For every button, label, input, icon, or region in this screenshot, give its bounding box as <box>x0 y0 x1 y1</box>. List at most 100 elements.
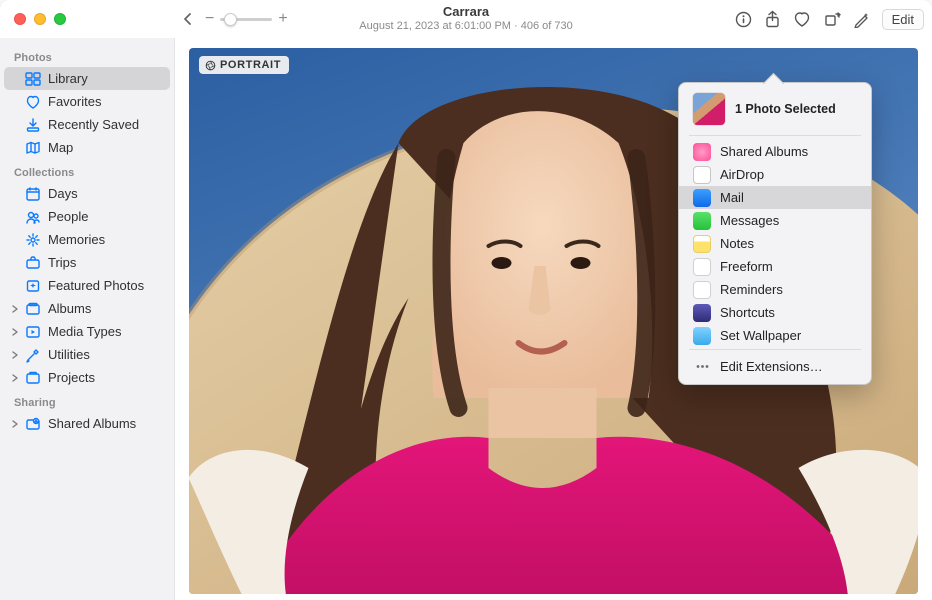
edit-extensions-label: Edit Extensions… <box>720 359 823 374</box>
portrait-badge: PORTRAIT <box>199 56 289 74</box>
info-button[interactable] <box>735 11 752 28</box>
messages-icon <box>693 212 711 230</box>
zoom-knob[interactable] <box>224 13 237 26</box>
sidebar-item-favorites[interactable]: Favorites <box>4 90 170 113</box>
rotate-button[interactable] <box>823 11 841 28</box>
close-window-button[interactable] <box>14 13 26 25</box>
share-item-notes[interactable]: Notes <box>679 232 871 255</box>
sidebar-item-shared-albums[interactable]: Shared Albums <box>4 412 170 435</box>
photo-grid-icon <box>24 70 41 87</box>
photo-subtitle: August 21, 2023 at 6:01:00 PM · 406 of 7… <box>359 20 572 33</box>
mediatypes-icon <box>24 323 41 340</box>
toolbar-left: − + <box>175 10 288 28</box>
sidebar-item-media-types[interactable]: Media Types <box>4 320 170 343</box>
share-item-label: Shortcuts <box>720 305 775 320</box>
chevron-right-icon <box>10 350 20 360</box>
mail-icon <box>693 189 711 207</box>
extensions-icon <box>693 357 711 375</box>
sidebar-item-label: Albums <box>48 301 162 316</box>
people-icon <box>24 208 41 225</box>
share-item-label: Messages <box>720 213 779 228</box>
notes-icon <box>693 235 711 253</box>
sidebar-item-recently-saved[interactable]: Recently Saved <box>4 113 170 136</box>
chevron-right-icon <box>10 327 20 337</box>
back-button[interactable] <box>181 12 195 26</box>
aperture-icon <box>205 60 216 71</box>
sidebar-item-label: Projects <box>48 370 162 385</box>
sidebar: Photos Library Favorites Recently Saved Map… <box>0 38 175 600</box>
share-item-label: Set Wallpaper <box>720 328 801 343</box>
share-button[interactable] <box>764 10 781 28</box>
chevron-right-icon <box>10 304 20 314</box>
reminders-icon <box>693 281 711 299</box>
share-item-label: AirDrop <box>720 167 764 182</box>
portrait-badge-label: PORTRAIT <box>220 59 281 71</box>
sidebar-header-photos: Photos <box>0 44 174 67</box>
sidebar-item-label: Favorites <box>48 94 162 109</box>
share-menu-header: 1 Photo Selected <box>679 91 871 133</box>
share-item-label: Mail <box>720 190 744 205</box>
sidebar-item-label: Library <box>48 71 162 86</box>
sidebar-item-memories[interactable]: Memories <box>4 228 170 251</box>
chevron-right-icon <box>10 373 20 383</box>
zoom-slider[interactable]: − + <box>205 10 288 28</box>
wallpaper-icon <box>693 327 711 345</box>
sidebar-item-trips[interactable]: Trips <box>4 251 170 274</box>
projects-icon <box>24 369 41 386</box>
chevron-right-icon <box>10 419 20 429</box>
sidebar-header-sharing: Sharing <box>0 389 174 412</box>
share-item-wallpaper[interactable]: Set Wallpaper <box>679 324 871 347</box>
shared-albums-icon <box>693 143 711 161</box>
sidebar-item-featured[interactable]: Featured Photos <box>4 274 170 297</box>
sidebar-header-collections: Collections <box>0 159 174 182</box>
share-item-mail[interactable]: Mail <box>679 186 871 209</box>
sidebar-item-label: Recently Saved <box>48 117 162 132</box>
sidebar-item-map[interactable]: Map <box>4 136 170 159</box>
share-item-shared-albums[interactable]: Shared Albums <box>679 140 871 163</box>
share-menu-title: 1 Photo Selected <box>735 102 836 116</box>
share-item-airdrop[interactable]: AirDrop <box>679 163 871 186</box>
divider <box>689 349 861 350</box>
share-item-reminders[interactable]: Reminders <box>679 278 871 301</box>
share-item-label: Notes <box>720 236 754 251</box>
share-item-shortcuts[interactable]: Shortcuts <box>679 301 871 324</box>
share-item-label: Shared Albums <box>720 144 808 159</box>
content-area: PORTRAIT 1 Photo Selected Shared Albums A… <box>175 38 932 600</box>
shortcuts-icon <box>693 304 711 322</box>
sidebar-item-albums[interactable]: Albums <box>4 297 170 320</box>
sidebar-item-utilities[interactable]: Utilities <box>4 343 170 366</box>
sidebar-item-days[interactable]: Days <box>4 182 170 205</box>
suitcase-icon <box>24 254 41 271</box>
sidebar-item-label: Media Types <box>48 324 162 339</box>
sidebar-item-label: People <box>48 209 162 224</box>
airdrop-icon <box>693 166 711 184</box>
share-thumbnail <box>693 93 725 125</box>
memories-icon <box>24 231 41 248</box>
edit-extensions-item[interactable]: Edit Extensions… <box>679 354 871 378</box>
utilities-icon <box>24 346 41 363</box>
sidebar-item-people[interactable]: People <box>4 205 170 228</box>
zoom-track[interactable] <box>220 18 272 21</box>
share-item-freeform[interactable]: Freeform <box>679 255 871 278</box>
album-icon <box>24 300 41 317</box>
divider <box>689 135 861 136</box>
share-item-messages[interactable]: Messages <box>679 209 871 232</box>
title-area: Carrara August 21, 2023 at 6:01:00 PM · … <box>359 4 572 33</box>
favorite-button[interactable] <box>793 11 811 28</box>
fullscreen-window-button[interactable] <box>54 13 66 25</box>
sidebar-item-label: Featured Photos <box>48 278 162 293</box>
share-item-label: Reminders <box>720 282 783 297</box>
calendar-icon <box>24 185 41 202</box>
edit-button[interactable]: Edit <box>882 9 924 30</box>
sidebar-item-label: Map <box>48 140 162 155</box>
toolbar-right: Edit <box>735 4 924 34</box>
sidebar-item-label: Days <box>48 186 162 201</box>
sidebar-item-label: Trips <box>48 255 162 270</box>
shared-album-icon <box>24 415 41 432</box>
sidebar-item-projects[interactable]: Projects <box>4 366 170 389</box>
auto-enhance-button[interactable] <box>853 11 870 28</box>
minimize-window-button[interactable] <box>34 13 46 25</box>
sidebar-item-library[interactable]: Library <box>4 67 170 90</box>
sidebar-item-label: Shared Albums <box>48 416 162 431</box>
window-controls <box>0 0 175 38</box>
